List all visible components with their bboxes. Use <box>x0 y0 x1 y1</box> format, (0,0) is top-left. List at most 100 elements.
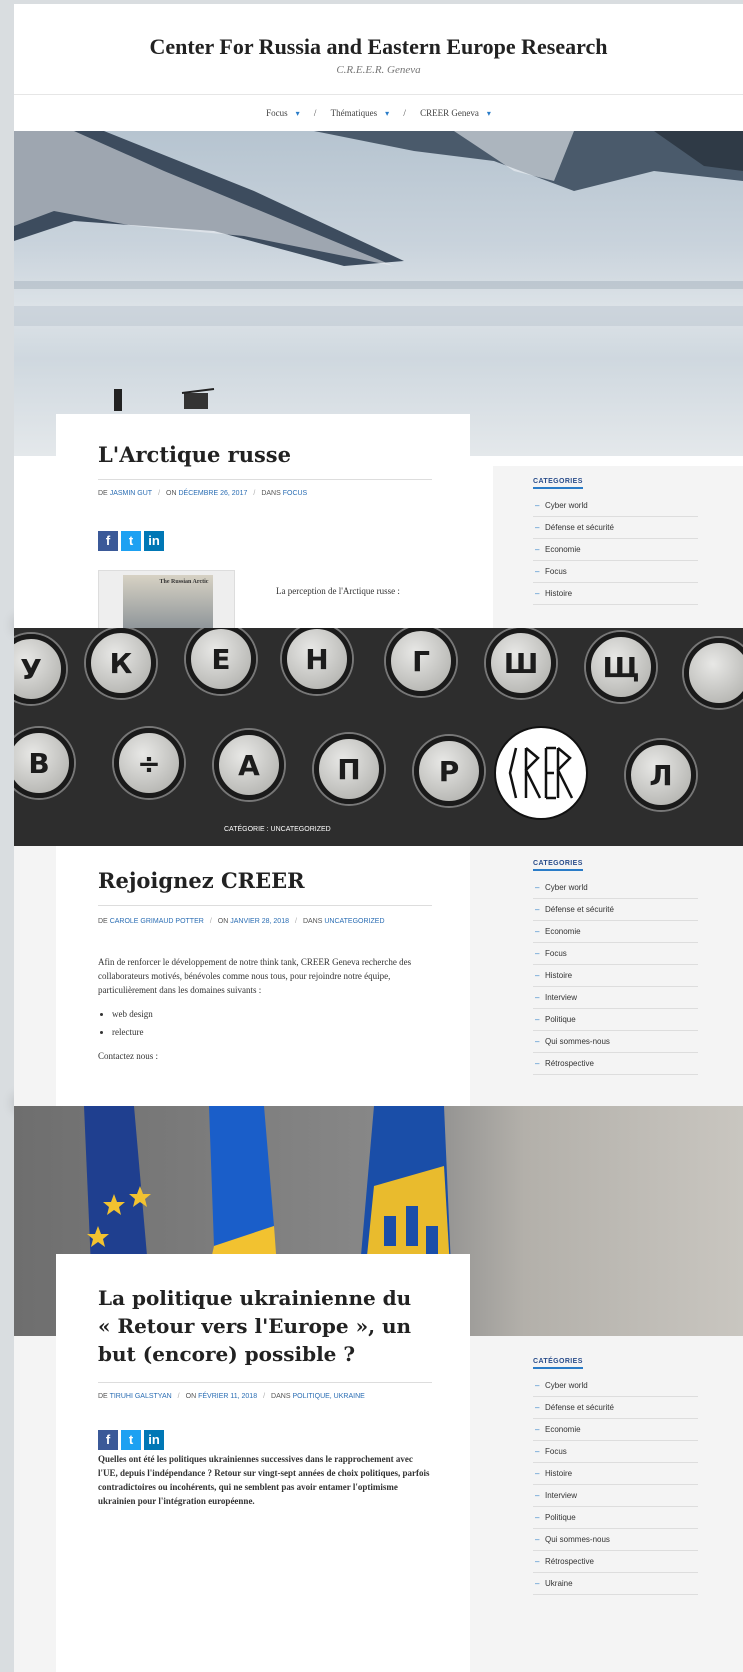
category-item[interactable]: Rétrospective <box>533 1551 698 1573</box>
category-item[interactable]: Economie <box>533 1419 698 1441</box>
date-link[interactable]: DÉCEMBRE 26, 2017 <box>178 490 247 497</box>
social-share: f t in <box>98 531 470 551</box>
site-header: Center For Russia and Eastern Europe Res… <box>14 4 743 95</box>
article-card-arctique: L'Arctique russe DE JASMIN GUT / ON DÉCEMB… <box>56 414 470 632</box>
typewriter-key: В <box>14 728 74 798</box>
category-link[interactable]: FOCUS <box>283 490 308 497</box>
sidebar-title: CATÉGORIES <box>533 1358 583 1369</box>
hero-image-arctic[interactable] <box>14 131 743 456</box>
category-item[interactable]: Focus <box>533 1441 698 1463</box>
screenshot-panel-3: La politique ukrainienne du « Retour ver… <box>14 1106 743 1672</box>
typewriter-key: Л <box>626 740 696 810</box>
typewriter-key: У <box>14 634 66 704</box>
category-item[interactable]: Economie <box>533 921 698 943</box>
thumbnail-title: The Russian Arctic <box>159 579 209 585</box>
article-title[interactable]: La politique ukrainienne du « Retour ver… <box>56 1254 470 1368</box>
article-meta: DE TIRUHI GALSTYAN / ON FÉVRIER 11, 2018/D… <box>98 1393 365 1400</box>
main-nav: Focus ▾ / Thématiques ▾ / CREER Geneva ▾ <box>14 95 743 132</box>
typewriter-key: Е <box>186 628 256 694</box>
sidebar-title: CATEGORIES <box>533 478 583 489</box>
article-title[interactable]: L'Arctique russe <box>56 414 470 467</box>
title-divider <box>98 479 432 480</box>
category-list: Cyber world Défense et sécurité Economie… <box>533 495 698 605</box>
sidebar-categories: CATEGORIES Cyber world Défense et sécuri… <box>493 466 743 632</box>
author-link[interactable]: CAROLE GRIMAUD POTTER <box>110 918 204 925</box>
sidebar-categories: CATÉGORIES Cyber world Défense et sécuri… <box>493 1336 743 1672</box>
category-item[interactable]: Cyber world <box>533 1375 698 1397</box>
nav-item-creer-geneva[interactable]: CREER Geneva ▾ <box>416 108 495 118</box>
article-meta: DE CAROLE GRIMAUD POTTER / ON JANVIER 28, … <box>98 918 385 925</box>
author-link[interactable]: TIRUHI GALSTYAN <box>110 1393 172 1400</box>
category-item[interactable]: Interview <box>533 987 698 1009</box>
creer-monogram-icon <box>508 746 574 800</box>
typewriter-key: П <box>314 734 384 804</box>
article-card-rejoignez: Rejoignez CREER DE CAROLE GRIMAUD POTTER… <box>56 846 470 1110</box>
twitter-icon[interactable]: t <box>121 531 141 551</box>
category-label[interactable]: CATÉGORIE : UNCATEGORIZED <box>224 826 331 833</box>
typewriter-key: Ш <box>486 628 556 698</box>
facebook-icon[interactable]: f <box>98 1430 118 1450</box>
category-list: Cyber world Défense et sécurité Economie… <box>533 1375 698 1595</box>
contact-text: Contactez nous : <box>98 1051 158 1061</box>
category-item[interactable]: Rétrospective <box>533 1053 698 1075</box>
site-title[interactable]: Center For Russia and Eastern Europe Res… <box>14 4 743 60</box>
category-item[interactable]: Histoire <box>533 583 698 605</box>
typewriter-key: ÷ <box>114 728 184 798</box>
category-item[interactable]: Histoire <box>533 1463 698 1485</box>
screenshot-panel-1: Center For Russia and Eastern Europe Res… <box>14 4 743 632</box>
sidebar-categories: CATEGORIES Cyber world Défense et sécuri… <box>493 846 743 1110</box>
facebook-icon[interactable]: f <box>98 531 118 551</box>
nav-separator: / <box>313 108 317 118</box>
category-item[interactable]: Qui sommes-nous <box>533 1529 698 1551</box>
article-paragraph: Afin de renforcer le développement de no… <box>98 957 412 995</box>
nav-separator: / <box>403 108 406 118</box>
chevron-down-icon: ▾ <box>486 109 491 118</box>
category-link[interactable]: POLITIQUE, UKRAINE <box>292 1393 364 1400</box>
sidebar-title: CATEGORIES <box>533 860 583 871</box>
article-thumbnail[interactable]: The Russian Arctic <box>98 570 235 632</box>
date-link[interactable]: FÉVRIER 11, 2018 <box>198 1393 257 1400</box>
category-item[interactable]: Economie <box>533 539 698 561</box>
social-share: f t in <box>98 1430 470 1450</box>
category-item[interactable]: Politique <box>533 1009 698 1031</box>
typewriter-key: Г <box>386 628 456 696</box>
category-item[interactable]: Qui sommes-nous <box>533 1031 698 1053</box>
category-item[interactable]: Histoire <box>533 965 698 987</box>
category-item[interactable]: Interview <box>533 1485 698 1507</box>
category-item[interactable]: Défense et sécurité <box>533 517 698 539</box>
list-item: web design <box>112 1007 470 1021</box>
nav-item-thematiques[interactable]: Thématiques ▾ <box>327 108 394 118</box>
category-item[interactable]: Défense et sécurité <box>533 1397 698 1419</box>
twitter-icon[interactable]: t <box>121 1430 141 1450</box>
category-item[interactable]: Cyber world <box>533 877 698 899</box>
article-card-politique-ukrainienne: La politique ukrainienne du « Retour ver… <box>56 1254 470 1672</box>
title-divider <box>98 905 432 906</box>
category-list: Cyber world Défense et sécurité Economie… <box>533 877 698 1075</box>
screenshot-panel-2: У К Е Н Г Ш Щ В ÷ А П Р Л CATÉGORIE : UN… <box>14 628 743 1110</box>
category-item[interactable]: Défense et sécurité <box>533 899 698 921</box>
category-item[interactable]: Focus <box>533 561 698 583</box>
title-divider <box>98 1382 432 1383</box>
typewriter-key: Р <box>414 736 484 806</box>
hero-image-typewriter[interactable]: У К Е Н Г Ш Щ В ÷ А П Р Л CATÉGORIE : UN… <box>14 628 743 846</box>
category-item[interactable]: Focus <box>533 943 698 965</box>
article-excerpt: Quelles ont été les politiques ukrainien… <box>98 1454 430 1506</box>
author-link[interactable]: JASMIN GUT <box>110 490 152 497</box>
arctic-landscape-illustration <box>14 131 743 411</box>
date-link[interactable]: JANVIER 28, 2018 <box>230 918 289 925</box>
typewriter-key: А <box>214 730 284 800</box>
category-link[interactable]: UNCATEGORIZED <box>324 918 384 925</box>
site-subtitle: C.R.E.E.R. Geneva <box>336 64 421 76</box>
category-item[interactable]: Cyber world <box>533 495 698 517</box>
skills-list: web design relecture <box>98 1007 470 1039</box>
list-item: relecture <box>112 1025 470 1039</box>
typewriter-key: Щ <box>586 632 656 702</box>
chevron-down-icon: ▾ <box>385 109 390 118</box>
creer-logo[interactable] <box>494 726 588 820</box>
category-item[interactable]: Ukraine <box>533 1573 698 1595</box>
article-title[interactable]: Rejoignez CREER <box>56 846 470 893</box>
category-item[interactable]: Politique <box>533 1507 698 1529</box>
nav-item-focus[interactable]: Focus ▾ <box>262 108 304 118</box>
linkedin-icon[interactable]: in <box>144 531 164 551</box>
linkedin-icon[interactable]: in <box>144 1430 164 1450</box>
